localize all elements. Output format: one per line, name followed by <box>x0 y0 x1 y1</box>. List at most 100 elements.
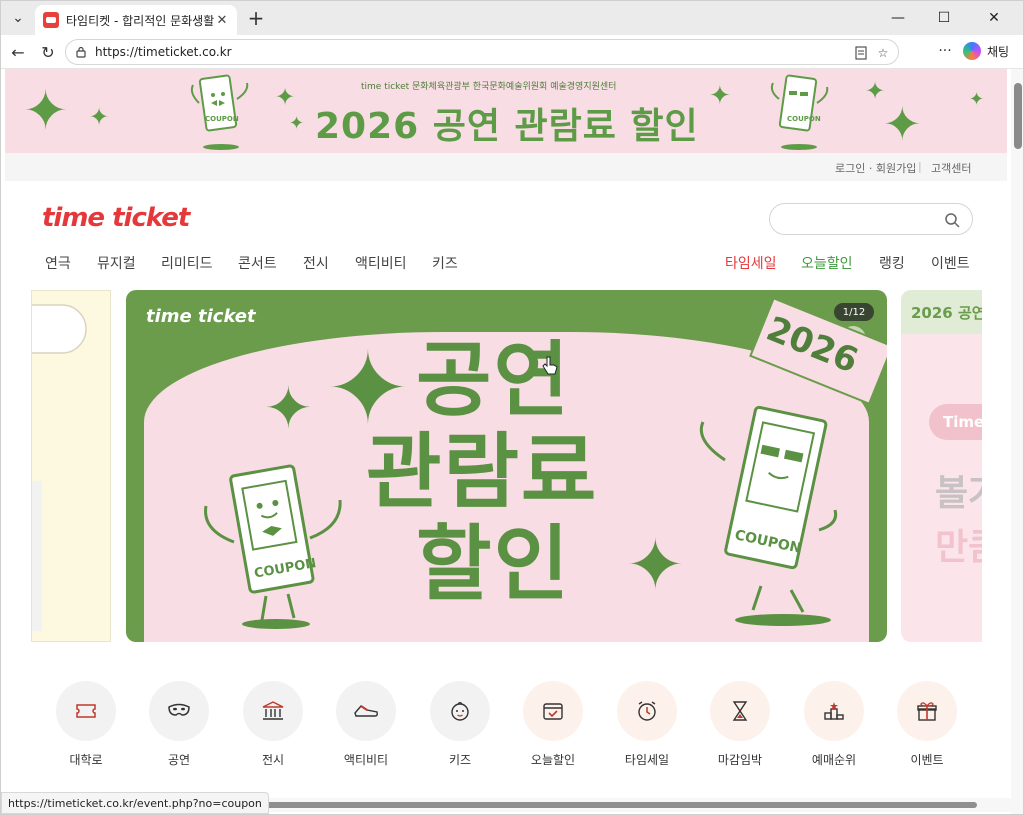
carousel-slide-main[interactable]: time ticket 1/12 2026 ✦ ✦ ✦ 공연 관람료 할인 CO… <box>126 290 887 642</box>
favorite-star-icon[interactable]: ☆ <box>874 44 892 62</box>
gift-icon <box>897 681 957 741</box>
close-window-button[interactable]: ✕ <box>971 1 1017 35</box>
search-icon[interactable] <box>944 212 960 228</box>
active-tab[interactable]: 타임티켓 - 합리적인 문화생활 ✕ <box>35 5 237 35</box>
category-label: 액티비티 <box>343 753 389 767</box>
baby-face-icon <box>430 681 490 741</box>
category-label: 마감임박 <box>717 753 763 767</box>
nav-item-theater[interactable]: 연극 <box>45 253 71 273</box>
copilot-label: 채팅 <box>987 44 1010 59</box>
reader-mode-icon[interactable] <box>852 44 870 62</box>
sparkle-icon: ✦ <box>883 97 922 151</box>
mask-icon <box>149 681 209 741</box>
chevron-down-icon: ⌄ <box>12 10 24 26</box>
nav-item-activity[interactable]: 액티비티 <box>355 253 407 273</box>
reload-button[interactable]: ↻ <box>35 39 61 65</box>
tab-title: 타임티켓 - 합리적인 문화생활 <box>66 13 215 28</box>
category-label: 전시 <box>261 753 285 767</box>
category-label: 오늘할인 <box>530 753 576 767</box>
tab-close-button[interactable]: ✕ <box>213 11 231 29</box>
slide-title-line2: 관람료 <box>366 425 599 520</box>
maximize-button[interactable]: ☐ <box>921 1 967 35</box>
favicon-icon <box>43 12 59 28</box>
promo-title: 2026 공연 관람료 할인 <box>315 106 699 147</box>
category-label: 이벤트 <box>910 753 944 767</box>
close-icon: ✕ <box>216 12 228 28</box>
status-url: https://timeticket.co.kr/event.php?no=co… <box>8 796 262 810</box>
sparkle-icon: ✦ <box>709 81 731 111</box>
category-label: 대학로 <box>69 753 103 767</box>
back-button[interactable]: ← <box>5 39 31 65</box>
promo-banner[interactable]: ✦ ✦ ✦ ✦ ✦ ✦ ✦ ✦ COUPON COUPON time ticke… <box>5 69 1007 153</box>
category-label: 공연 <box>167 753 191 767</box>
minimize-button[interactable]: — <box>875 1 921 35</box>
category-activity[interactable]: 액티비티 <box>326 681 406 771</box>
new-tab-button[interactable]: + <box>243 5 269 31</box>
category-label: 키즈 <box>448 753 472 767</box>
nav-item-kids[interactable]: 키즈 <box>432 253 458 273</box>
nav-item-concert[interactable]: 콘서트 <box>238 253 277 273</box>
sneaker-icon <box>336 681 396 741</box>
customer-center-link[interactable]: 고객센터 <box>931 160 971 176</box>
page-viewport: ✦ ✦ ✦ ✦ ✦ ✦ ✦ ✦ COUPON COUPON time ticke… <box>1 69 1011 814</box>
plus-icon: + <box>247 6 265 30</box>
category-kids[interactable]: 키즈 <box>420 681 500 771</box>
arrow-left-icon: ← <box>11 42 25 62</box>
site-info-icon[interactable] <box>75 46 87 58</box>
nav-item-limited[interactable]: 리미티드 <box>161 253 213 273</box>
category-time-sale[interactable]: 타임세일 <box>607 681 687 771</box>
maximize-icon: ☐ <box>937 10 951 26</box>
category-closing-soon[interactable]: 마감임박 <box>700 681 780 771</box>
copilot-chat-button[interactable]: 채팅 <box>963 39 1021 63</box>
next-slide-line1: 볼거 <box>935 473 982 514</box>
coupon-mascot-left-icon: COUPON <box>204 464 342 629</box>
nav-item-musical[interactable]: 뮤지컬 <box>97 253 136 273</box>
next-slide-badge-text: Time <box>943 413 982 431</box>
slide-title-line3: 할인 <box>416 517 571 612</box>
category-ranking[interactable]: 예매순위 <box>794 681 874 771</box>
vertical-scroll-thumb[interactable] <box>1014 83 1022 149</box>
search-box[interactable] <box>769 203 973 235</box>
nav-item-today-discount[interactable]: 오늘할인 <box>801 253 853 273</box>
nav-item-ranking[interactable]: 랭킹 <box>879 253 905 273</box>
tab-list-button[interactable]: ⌄ <box>5 5 31 31</box>
close-icon: ✕ <box>988 10 1000 26</box>
sparkle-icon: ✦ <box>23 79 69 142</box>
category-performance[interactable]: 공연 <box>139 681 219 771</box>
coupon-mascot-right-icon: COUPON <box>699 405 838 626</box>
search-input[interactable] <box>784 210 944 228</box>
nav-item-event[interactable]: 이벤트 <box>931 253 970 273</box>
more-menu-button[interactable]: ··· <box>934 40 956 62</box>
slide-brand-logo: time ticket <box>146 306 256 327</box>
login-signup-link[interactable]: 로그인 · 회원가입 <box>835 160 916 176</box>
category-exhibition[interactable]: 전시 <box>233 681 313 771</box>
sparkle-icon: ✦ <box>626 524 685 606</box>
slide-title-line1: 공연 <box>416 333 571 428</box>
category-event[interactable]: 이벤트 <box>887 681 967 771</box>
divider: | <box>918 160 922 173</box>
copilot-icon <box>963 42 981 60</box>
carousel-slide-prev[interactable] <box>31 290 111 642</box>
sparkle-icon: ✦ <box>264 374 313 442</box>
partner-logos: time ticket 문화체육관광부 한국문화예술위원회 예술경영지원센터 <box>361 82 617 92</box>
nav-item-exhibition[interactable]: 전시 <box>303 253 329 273</box>
utility-bar: 로그인 · 회원가입 | 고객센터 <box>5 153 1007 181</box>
next-slide-header: 2026 공연 <box>911 304 982 322</box>
link-status-bar: https://timeticket.co.kr/event.php?no=co… <box>1 792 269 814</box>
category-today-discount[interactable]: 오늘할인 <box>513 681 593 771</box>
url-text[interactable]: https://timeticket.co.kr <box>95 45 232 59</box>
address-bar[interactable]: https://timeticket.co.kr ☆ <box>65 39 899 65</box>
vertical-scrollbar[interactable] <box>1011 69 1023 814</box>
nav-item-time-sale[interactable]: 타임세일 <box>725 253 777 273</box>
next-slide-badge: Time <box>929 404 982 440</box>
site-logo[interactable]: time ticket <box>42 203 190 233</box>
sparkle-icon: ✦ <box>289 113 305 134</box>
hourglass-icon <box>710 681 770 741</box>
museum-icon <box>243 681 303 741</box>
sparkle-icon: ✦ <box>969 89 985 110</box>
category-shortcuts: 대학로 공연 전시 액티비티 키즈 오늘할인 타임세일 마감임박 예매순위 이벤… <box>1 681 1011 771</box>
next-slide-line2: 만큼 <box>935 527 982 568</box>
alarm-clock-icon <box>617 681 677 741</box>
category-daehakro[interactable]: 대학로 <box>46 681 126 771</box>
carousel-slide-next[interactable]: 2026 공연 Time 볼거 만큼 <box>901 290 982 642</box>
